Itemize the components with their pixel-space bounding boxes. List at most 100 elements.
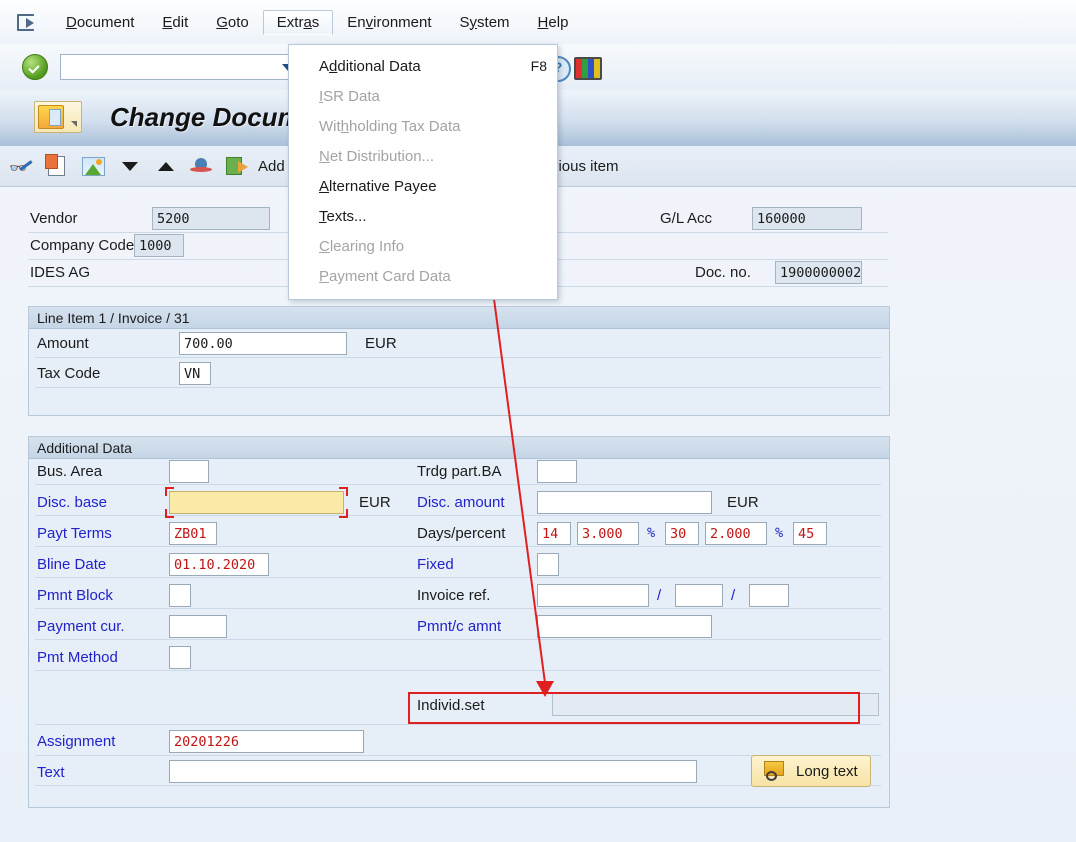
menu-option-label: ISR Data — [319, 87, 380, 105]
gl-acc-field[interactable]: 160000 — [752, 207, 862, 230]
menu-option-alternative-payee[interactable]: Alternative Payee — [289, 171, 557, 201]
menu-option-net-distribution: Net Distribution... — [289, 141, 557, 171]
menu-item-extras[interactable]: Extras — [262, 9, 334, 35]
menu-option-withholding-tax-data: Withholding Tax Data — [289, 111, 557, 141]
amount-field[interactable]: 700.00 — [179, 332, 347, 355]
pmt-method-label[interactable]: Pmt Method — [37, 649, 118, 666]
invoice-ref-item-field[interactable] — [749, 584, 789, 607]
doc-no-field[interactable]: 1900000002 — [775, 261, 862, 284]
copy-icon[interactable] — [42, 152, 72, 180]
menu-item-system[interactable]: System — [446, 10, 524, 35]
menu-item-document[interactable]: Document — [52, 10, 148, 35]
menu-item-edit[interactable]: Edit — [148, 10, 202, 35]
display-change-icon[interactable]: 👓 — [6, 152, 36, 180]
assignment-label[interactable]: Assignment — [37, 733, 115, 750]
invoice-ref-doc-field[interactable] — [537, 584, 649, 607]
menu-item-goto[interactable]: Goto — [202, 10, 263, 35]
extras-dropdown-menu: Additional Data F8 ISR Data Withholding … — [288, 44, 558, 300]
additional-data-section-title: Additional Data — [29, 437, 889, 459]
additional-data-label[interactable]: Add — [258, 158, 285, 175]
long-text-button-label: Long text — [796, 762, 858, 780]
disc-amount-currency: EUR — [727, 494, 759, 511]
menu-option-label: Texts... — [319, 207, 367, 225]
menu-option-shortcut: F8 — [530, 58, 547, 74]
menu-option-payment-card-data: Payment Card Data — [289, 261, 557, 291]
payt-terms-field[interactable]: ZB01 — [169, 522, 217, 545]
disc-amount-field[interactable] — [537, 491, 712, 514]
pmnt-block-label[interactable]: Pmnt Block — [37, 587, 113, 604]
bline-date-label[interactable]: Bline Date — [37, 556, 106, 573]
invoice-ref-separator-2: / — [731, 587, 736, 604]
amount-label: Amount — [37, 335, 89, 352]
previous-item-icon[interactable] — [150, 152, 180, 180]
line-item-section-title: Line Item 1 / Invoice / 31 — [29, 307, 889, 329]
menu-option-label: Additional Data — [319, 57, 421, 75]
bline-date-field[interactable]: 01.10.2020 — [169, 553, 269, 576]
days-percent-days1-field[interactable]: 14 — [537, 522, 571, 545]
days-percent-sign1: % — [647, 525, 656, 541]
payt-terms-label[interactable]: Payt Terms — [37, 525, 112, 542]
payment-cur-field[interactable] — [169, 615, 227, 638]
invoice-ref-year-field[interactable] — [675, 584, 723, 607]
tax-code-field[interactable]: VN — [179, 362, 211, 385]
days-percent-label: Days/percent — [417, 525, 506, 542]
days-percent-sign2: % — [775, 525, 784, 541]
trdg-part-ba-label: Trdg part.BA — [417, 463, 502, 480]
additional-data-panel: Additional Data Bus. Area Disc. base EUR… — [28, 436, 890, 808]
disc-amount-label[interactable]: Disc. amount — [417, 494, 505, 511]
menu-option-texts[interactable]: Texts... — [289, 201, 557, 231]
menu-option-label: Alternative Payee — [319, 177, 437, 195]
customize-icon[interactable] — [573, 54, 602, 80]
vendor-label: Vendor — [30, 210, 78, 227]
pmt-method-field[interactable] — [169, 646, 191, 669]
tax-code-label: Tax Code — [37, 365, 101, 382]
trdg-part-ba-field[interactable] — [537, 460, 577, 483]
menu-option-label: Clearing Info — [319, 237, 405, 255]
command-field[interactable] — [60, 54, 302, 80]
enter-button[interactable] — [22, 54, 48, 80]
text-field[interactable] — [169, 760, 697, 783]
menu-item-help[interactable]: Help — [524, 10, 583, 35]
bus-area-field[interactable] — [169, 460, 209, 483]
text-label[interactable]: Text — [37, 764, 65, 781]
doc-no-label: Doc. no. — [695, 264, 751, 281]
disc-base-field[interactable] — [169, 491, 344, 514]
menu-option-isr-data: ISR Data — [289, 81, 557, 111]
menu-option-additional-data[interactable]: Additional Data F8 — [289, 51, 557, 81]
account-model-icon[interactable] — [186, 152, 216, 180]
individ-set-label: Individ.set — [417, 697, 485, 714]
sap-gui-window: Document Edit Goto Extras Environment Sy… — [0, 0, 1076, 842]
fixed-field[interactable] — [537, 553, 559, 576]
company-code-field[interactable]: 1000 — [134, 234, 184, 257]
invoice-ref-label: Invoice ref. — [417, 587, 491, 604]
invoice-ref-separator-1: / — [657, 587, 662, 604]
document-overview-icon[interactable] — [34, 101, 82, 133]
overview-icon[interactable] — [78, 152, 108, 180]
days-percent-pct2-field[interactable]: 2.000 — [705, 522, 767, 545]
long-text-button[interactable]: Long text — [751, 755, 871, 787]
export-icon[interactable] — [222, 152, 252, 180]
fixed-label[interactable]: Fixed — [417, 556, 454, 573]
individ-set-field — [552, 693, 879, 716]
days-percent-days2-field[interactable]: 30 — [665, 522, 699, 545]
long-text-icon — [764, 761, 786, 781]
days-percent-pct1-field[interactable]: 3.000 — [577, 522, 639, 545]
menu-option-label: Net Distribution... — [319, 147, 435, 165]
menu-option-label: Withholding Tax Data — [319, 117, 461, 135]
days-percent-days3-field[interactable]: 45 — [793, 522, 827, 545]
assignment-field[interactable]: 20201226 — [169, 730, 364, 753]
pmnt-c-amnt-field[interactable] — [537, 615, 712, 638]
menu-option-label: Payment Card Data — [319, 267, 451, 285]
menu-item-environment[interactable]: Environment — [333, 10, 445, 35]
vendor-field[interactable]: 5200 — [152, 207, 270, 230]
bus-area-label: Bus. Area — [37, 463, 103, 480]
payment-cur-label[interactable]: Payment cur. — [37, 618, 125, 635]
system-menu-icon[interactable] — [14, 10, 40, 34]
gl-acc-label: G/L Acc — [660, 210, 712, 227]
menu-bar: Document Edit Goto Extras Environment Sy… — [0, 0, 1076, 45]
next-item-icon[interactable] — [114, 152, 144, 180]
pmnt-c-amnt-label[interactable]: Pmnt/c amnt — [417, 618, 501, 635]
disc-base-label[interactable]: Disc. base — [37, 494, 107, 511]
pmnt-block-field[interactable] — [169, 584, 191, 607]
company-code-label: Company Code — [30, 237, 135, 254]
